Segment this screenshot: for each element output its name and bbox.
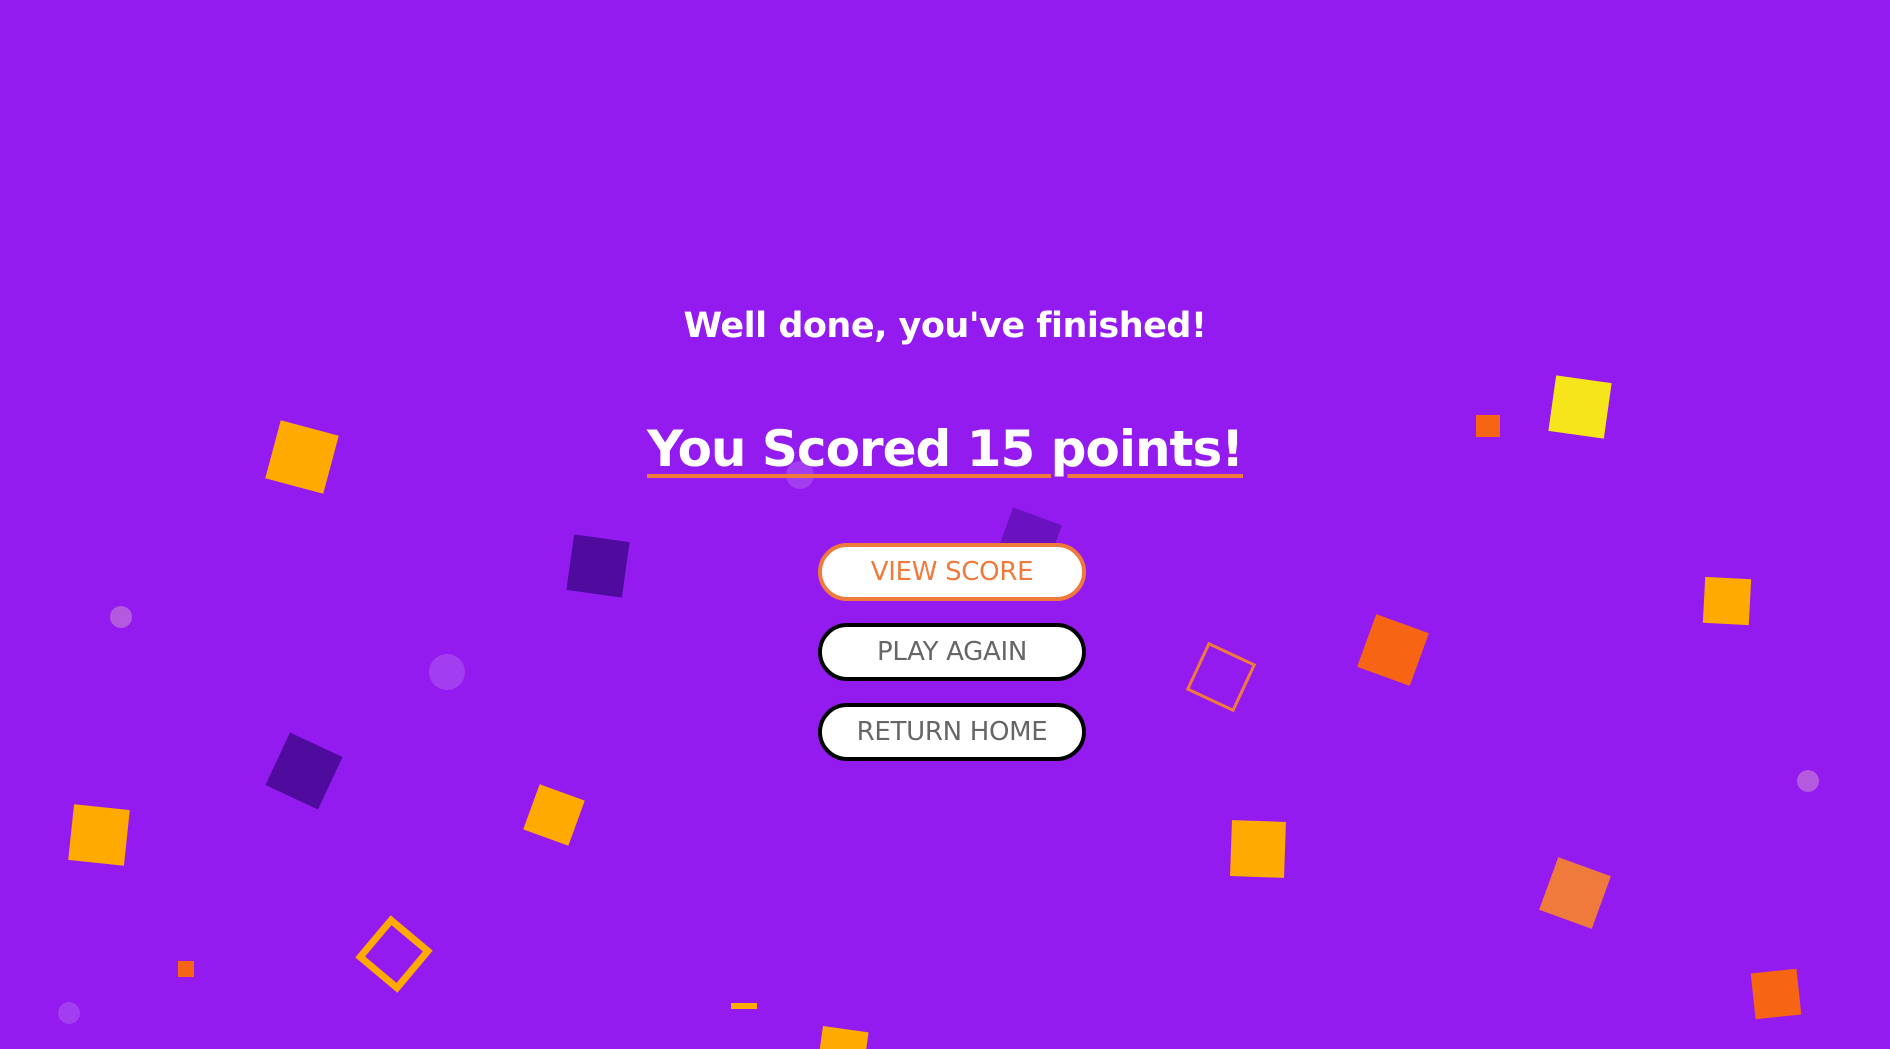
finished-message: Well done, you've finished! [683, 306, 1207, 346]
score-text: You Scored 15 points! [646, 420, 1244, 478]
return-home-button[interactable]: RETURN HOME [818, 703, 1086, 761]
score-heading: You Scored 15 points! [0, 420, 1890, 478]
results-screen: Well done, you've finished! You Scored 1… [0, 0, 1890, 1049]
view-score-button[interactable]: VIEW SCORE [818, 543, 1086, 601]
play-again-button[interactable]: PLAY AGAIN [818, 623, 1086, 681]
